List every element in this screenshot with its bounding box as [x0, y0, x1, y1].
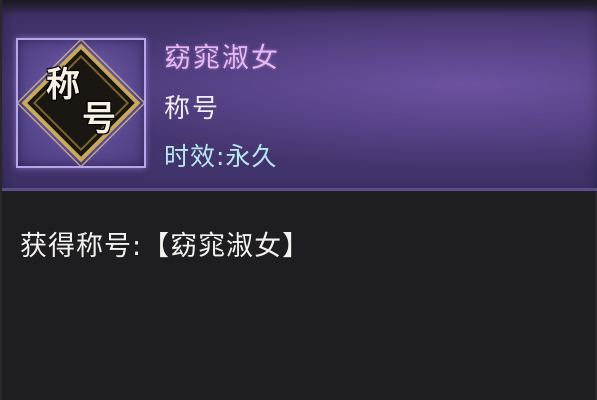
badge-char-1: 称	[46, 65, 80, 105]
badge-char-2: 号	[82, 99, 116, 139]
header-top-shade	[2, 0, 597, 14]
title-badge-icon	[18, 40, 144, 166]
item-name: 窈窕淑女	[164, 43, 280, 74]
tooltip-header: 称 号 窈窕淑女 称号 时效:永久	[2, 0, 597, 191]
item-type: 称号	[164, 94, 221, 124]
item-icon-frame[interactable]: 称 号	[16, 38, 146, 168]
item-tooltip: 称 号 窈窕淑女 称号 时效:永久 获得称号:【窈窕淑女】	[0, 0, 597, 400]
item-description: 获得称号:【窈窕淑女】	[20, 231, 311, 262]
item-duration: 时效:永久	[164, 142, 278, 171]
